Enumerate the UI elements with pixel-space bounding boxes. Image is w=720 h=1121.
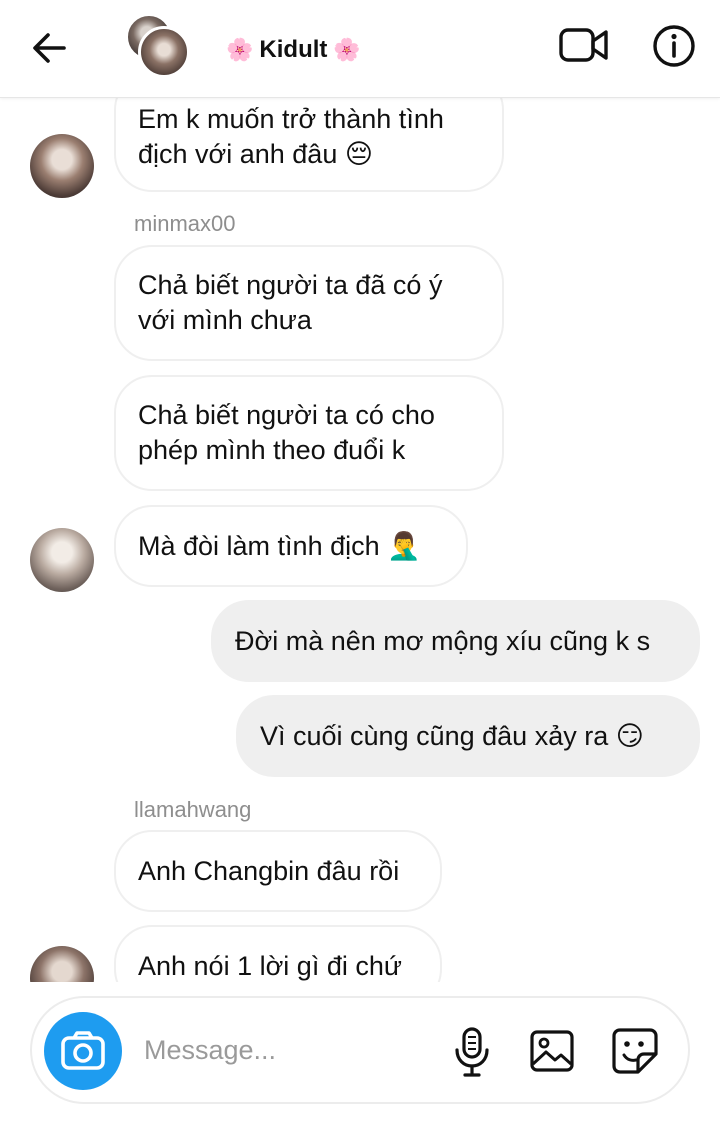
microphone-icon (455, 1027, 489, 1077)
sender-name: llamahwang (134, 797, 252, 822)
message-text: Vì cuối cùng cũng đâu xảy ra (260, 720, 609, 751)
message-bubble-incoming[interactable]: Chả biết người ta có cho phép mình theo … (114, 375, 504, 491)
avatar-llamahwang[interactable] (30, 946, 94, 982)
image-gallery-icon (530, 1030, 574, 1072)
chat-header: 🌸 Kidult 🌸 (0, 0, 720, 98)
message-bubble-incoming[interactable]: Anh nói 1 lời gì đi chứ (114, 925, 442, 982)
message-text-line: địch với anh đâu (138, 139, 338, 169)
message-bubble-incoming[interactable]: Mà đòi làm tình địch 🤦‍♂️ (114, 505, 468, 587)
gallery-button[interactable] (528, 1028, 578, 1074)
back-button[interactable] (28, 28, 72, 68)
group-avatar[interactable] (124, 14, 192, 80)
message-thread[interactable]: Em k muốn trở thành tình địch với anh đâ… (0, 0, 720, 982)
cherry-blossom-icon: 🌸 (333, 37, 361, 63)
sticker-icon (612, 1028, 658, 1074)
voice-message-button[interactable] (452, 1026, 492, 1078)
pensive-face-icon: 😔 (344, 139, 374, 170)
message-bubble-outgoing[interactable]: Đời mà nên mơ mộng xíu cũng k s (211, 600, 700, 682)
message-bubble-outgoing[interactable]: Vì cuối cùng cũng đâu xảy ra 😏 (236, 695, 700, 777)
message-text: Đời mà nên mơ mộng xíu cũng k s (235, 625, 651, 656)
camera-button[interactable] (44, 1012, 122, 1090)
message-text-line: Em k muốn trở thành tình (138, 104, 444, 134)
sender-name: minmax00 (134, 211, 236, 236)
message-text-line: phép mình theo đuổi k (138, 435, 406, 465)
message-input[interactable] (144, 1026, 424, 1074)
message-text-line: Chả biết người ta có cho (138, 400, 435, 430)
arrow-left-icon (33, 33, 66, 63)
info-circle-icon (653, 25, 695, 67)
info-button[interactable] (650, 22, 698, 70)
message-bubble-incoming[interactable]: Chả biết người ta đã có ý với mình chưa (114, 245, 504, 361)
message-text: Anh Changbin đâu rồi (138, 855, 400, 886)
group-avatar-front (138, 26, 190, 78)
message-composer (30, 996, 690, 1104)
smirking-face-icon: 😏 (615, 720, 644, 752)
video-camera-icon (559, 28, 608, 62)
chat-title-text: Kidult (259, 36, 328, 63)
message-text: Anh nói 1 lời gì đi chứ (138, 950, 402, 981)
camera-icon (61, 1031, 105, 1070)
video-call-button[interactable] (558, 24, 610, 68)
message-bubble-incoming[interactable]: Anh Changbin đâu rồi (114, 830, 442, 912)
chat-title[interactable]: 🌸 Kidult 🌸 (220, 30, 367, 70)
avatar-minmax00[interactable] (30, 528, 94, 592)
facepalm-icon: 🤦‍♂️ (387, 530, 421, 562)
message-text-line: với mình chưa (138, 305, 312, 335)
sticker-button[interactable] (610, 1026, 660, 1076)
message-text: Mà đòi làm tình địch (138, 530, 380, 561)
cherry-blossom-icon: 🌸 (226, 37, 254, 63)
avatar-minmax00[interactable] (30, 134, 94, 198)
message-text-line: Chả biết người ta đã có ý (138, 270, 443, 300)
